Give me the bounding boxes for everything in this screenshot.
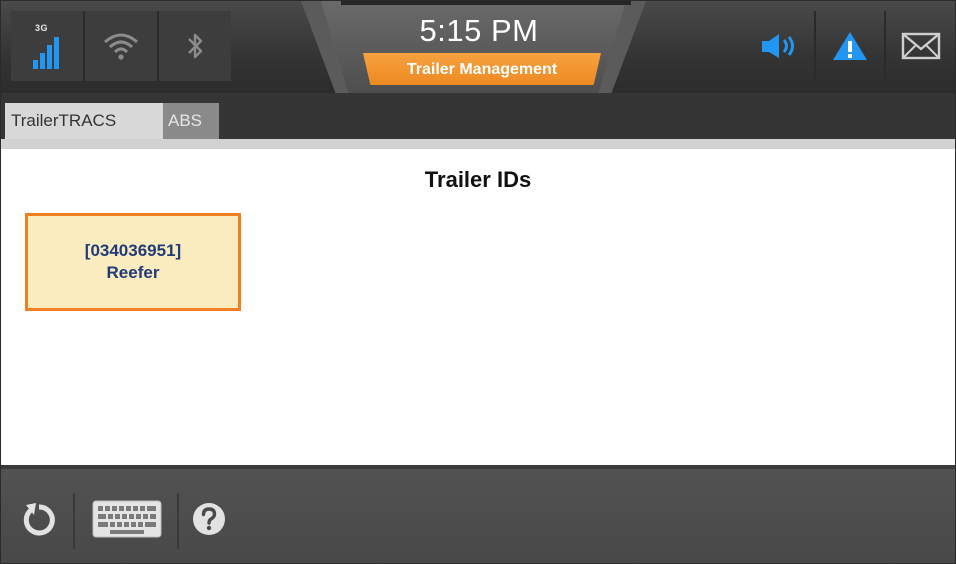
- main-content: Trailer IDs [034036951] Reefer: [1, 149, 955, 465]
- volume-button[interactable]: [745, 11, 814, 81]
- clock-panel-topline: [341, 1, 631, 5]
- cellular-status[interactable]: 3G: [11, 11, 85, 81]
- toolbar-divider: [73, 493, 75, 549]
- trailer-id: [034036951]: [84, 241, 182, 260]
- connectivity-group: 3G: [11, 11, 241, 81]
- notification-group: [745, 11, 955, 81]
- tab-trailertracs[interactable]: TrailerTRACS: [5, 103, 167, 139]
- screen-title: Trailer Management: [362, 53, 602, 85]
- trailer-card[interactable]: [034036951] Reefer: [25, 213, 241, 311]
- clock-time: 5:15 PM: [419, 13, 539, 48]
- bluetooth-status[interactable]: [159, 11, 231, 81]
- bluetooth-icon: [188, 33, 203, 59]
- bottom-toolbar: [1, 465, 955, 563]
- help-icon: [193, 503, 225, 535]
- alerts-button[interactable]: [813, 11, 885, 81]
- mail-icon: [901, 32, 940, 60]
- alert-icon: [833, 32, 867, 60]
- messages-button[interactable]: [884, 11, 955, 81]
- help-button[interactable]: [187, 489, 231, 549]
- network-type-label: 3G: [35, 23, 49, 33]
- cellular-signal-icon: [33, 35, 61, 69]
- tab-abs[interactable]: ABS: [163, 103, 219, 139]
- status-bar: 3G 5:15 PM Trailer Management: [1, 1, 955, 93]
- refresh-button[interactable]: [11, 489, 67, 549]
- refresh-icon: [23, 503, 55, 536]
- page-title: Trailer IDs: [424, 167, 532, 192]
- volume-icon: [762, 34, 795, 58]
- trailer-type: Reefer: [106, 263, 160, 282]
- keyboard-icon: [92, 500, 162, 538]
- tab-bar: TrailerTRACS ABS: [1, 93, 955, 139]
- wifi-status[interactable]: [85, 11, 159, 81]
- toolbar-divider: [177, 493, 179, 549]
- keyboard-button[interactable]: [83, 489, 171, 549]
- app-window: 3G 5:15 PM Trailer Management TrailerTRA…: [0, 0, 956, 564]
- tab-underline: [1, 139, 955, 149]
- wifi-icon: [104, 33, 138, 60]
